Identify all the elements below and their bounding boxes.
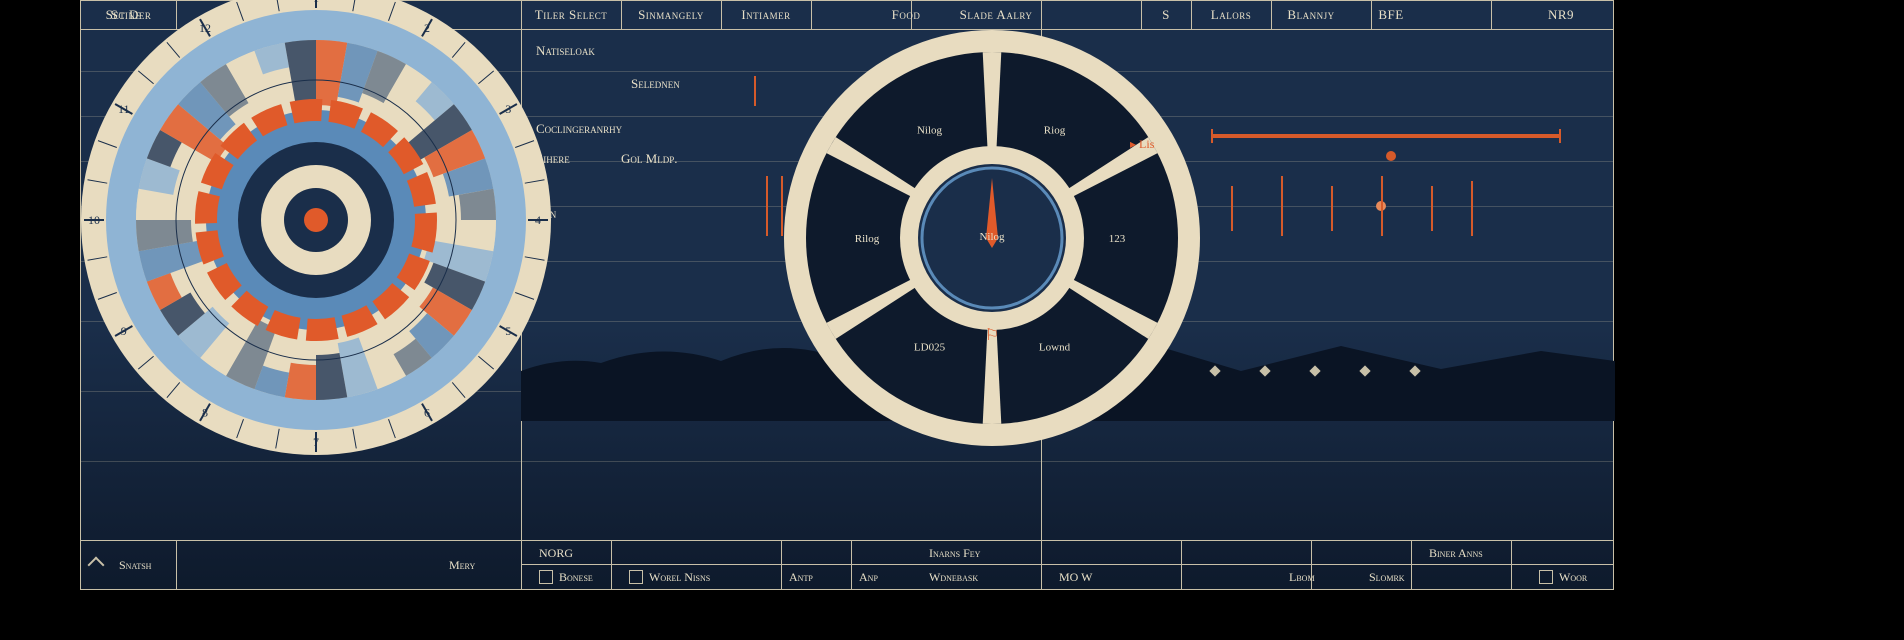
radial-dial-right[interactable]: Nilog ⚐ Riog 123 Lownd LD025 Rilog Nilog ▸ Lis: [782, 28, 1202, 448]
ftr-anp[interactable]: Anp: [851, 565, 921, 589]
dial1-mark: 12: [199, 21, 211, 35]
ftr-antp[interactable]: Antp: [781, 565, 851, 589]
tick: [754, 76, 756, 106]
ftr-lbom[interactable]: Lbom: [1281, 565, 1361, 589]
ftr-bonese-label: Bonese: [559, 570, 593, 585]
hdr-food[interactable]: Food: [871, 1, 941, 29]
hdr-sinmangely[interactable]: Sinmangely: [621, 1, 721, 29]
range-cap-left: [1211, 129, 1213, 143]
dial2-seg-label: Rilog: [855, 233, 880, 245]
dial1-mark: 4: [535, 213, 541, 227]
tick: [766, 176, 768, 236]
hdr-s[interactable]: S: [1141, 1, 1191, 29]
box-icon: [539, 570, 553, 584]
dial1-mark: 8: [202, 405, 208, 419]
dial1-mark: 6: [424, 405, 430, 419]
hdr-bfe[interactable]: BFE: [1361, 1, 1421, 29]
dial2-center-label: Nilog: [979, 231, 1005, 243]
row-gol-mldp: Gol Mldp.: [621, 151, 677, 167]
dial1-mark: 1: [313, 0, 319, 5]
dial1-mark: 5: [505, 324, 511, 338]
radial-dial-left[interactable]: 123456789101112: [76, 0, 556, 460]
dial1-mark: 11: [118, 102, 130, 116]
ftr-mery[interactable]: Mery: [441, 541, 521, 589]
range-bar: [1211, 134, 1561, 138]
dial2-seg-label: Nilog: [917, 125, 943, 137]
marker-dot-1: [1386, 151, 1396, 161]
dial2-seg-label: 123: [1109, 233, 1126, 245]
box-icon: [1539, 570, 1553, 584]
dial1-mark: 7: [313, 435, 319, 449]
tick: [1331, 186, 1333, 231]
dial1-mark: 2: [424, 21, 430, 35]
row-selednen: Selednen: [631, 76, 680, 92]
ftr-worel[interactable]: Worel Nisns: [621, 565, 751, 589]
hdr-lalors[interactable]: Lalors: [1191, 1, 1271, 29]
dial1-mark: 9: [121, 324, 127, 338]
dial2-flag-icon: ⚐: [985, 327, 999, 344]
ftr-wdnebask[interactable]: Wdnebask: [921, 565, 1031, 589]
ftr-norg[interactable]: NORG: [531, 541, 611, 565]
arrow-up-icon: [88, 557, 105, 574]
ftr-woor-label: Woor: [1559, 570, 1587, 585]
ftr-biner[interactable]: Biner Anns: [1421, 541, 1531, 565]
ftr-slomrk[interactable]: Slomrk: [1361, 565, 1441, 589]
stage: Set Der Scine Tiler Select Sinmangely In…: [50, 0, 1854, 640]
hdr-nr9[interactable]: NR9: [1521, 1, 1601, 29]
ftr-worel-label: Worel Nisns: [649, 570, 710, 585]
hdr-slade-aalry[interactable]: Slade Aalry: [951, 1, 1041, 29]
ftr-mow[interactable]: MO W: [1051, 565, 1131, 589]
range-cap-right: [1559, 129, 1561, 143]
dial2-seg-label: Riog: [1044, 125, 1066, 137]
ftr-arrow[interactable]: [81, 541, 111, 589]
dial1-mark: 10: [88, 213, 100, 227]
tick: [1471, 181, 1473, 236]
hdr-intiamer[interactable]: Intiamer: [721, 1, 811, 29]
tick: [1281, 176, 1283, 236]
dial2-seg-label: Lownd: [1039, 341, 1071, 353]
hdr-blannjy[interactable]: Blannjy: [1271, 1, 1351, 29]
tick: [1231, 186, 1233, 231]
dial2-seg-label: LD025: [914, 341, 946, 353]
dial1-mark: 3: [505, 102, 511, 116]
tick: [1381, 176, 1383, 236]
ftr-woor[interactable]: Woor: [1531, 565, 1611, 589]
tick: [1431, 186, 1433, 231]
box-icon: [629, 570, 643, 584]
ftr-inarns[interactable]: Inarns Fey: [921, 541, 1041, 565]
dial2-top-mark: ▸ Lis: [1130, 137, 1155, 151]
ftr-snatsh[interactable]: Snatsh: [111, 541, 191, 589]
